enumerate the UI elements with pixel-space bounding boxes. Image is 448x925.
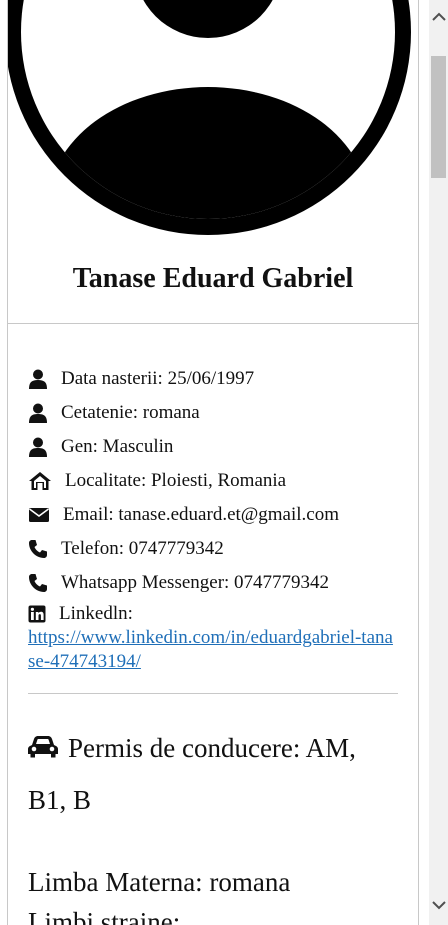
home-icon <box>29 472 51 490</box>
info-gender-text: Gen: Masculin <box>61 436 174 457</box>
envelope-icon <box>29 508 49 522</box>
vertical-scrollbar[interactable] <box>429 0 448 925</box>
info-linkedin-label: Linkedln: <box>59 603 133 624</box>
chevron-down-icon <box>431 900 446 909</box>
profile-name: Tanase Eduard Gabriel <box>72 263 354 294</box>
info-linkedin: Linkedln: https://www.linkedin.com/in/ed… <box>28 602 398 674</box>
scroll-thumb[interactable] <box>431 56 446 178</box>
user-icon <box>29 369 47 389</box>
divider <box>28 693 398 694</box>
info-phone: Telefon: 0747779342 <box>28 532 398 566</box>
profile-card: Tanase Eduard Gabriel Data nasterii: 25/… <box>7 0 419 925</box>
avatar <box>8 0 418 240</box>
info-email: Email: tanase.eduard.et@gmail.com <box>28 498 398 532</box>
info-email-text: Email: tanase.eduard.et@gmail.com <box>63 504 340 525</box>
info-whatsapp-text: Whatsapp Messenger: 0747779342 <box>61 572 330 593</box>
permit-text: Permis de conducere: AM, B1, B <box>28 733 356 815</box>
info-whatsapp: Whatsapp Messenger: 0747779342 <box>28 566 398 600</box>
info-citizenship-text: Cetatenie: romana <box>61 402 200 423</box>
languages: Limba Materna: romana Limbi straine: <box>28 862 408 925</box>
info-location: Localitate: Ploiesti, Romania <box>28 464 398 498</box>
linkedin-icon <box>28 605 46 623</box>
contact-info-list: Data nasterii: 25/06/1997 Cetatenie: rom… <box>28 362 398 674</box>
info-birth-text: Data nasterii: 25/06/1997 <box>61 368 255 389</box>
user-icon <box>29 403 47 423</box>
page: Tanase Eduard Gabriel Data nasterii: 25/… <box>0 0 429 925</box>
user-icon <box>29 437 47 457</box>
linkedin-link[interactable]: https://www.linkedin.com/in/eduardgabrie… <box>28 626 398 674</box>
avatar-icon <box>8 0 411 235</box>
divider <box>8 323 418 324</box>
phone-icon <box>29 540 47 558</box>
phone-icon <box>29 574 47 592</box>
info-location-text: Localitate: Ploiesti, Romania <box>65 470 287 491</box>
info-gender: Gen: Masculin <box>28 430 398 464</box>
mother-tongue: Limba Materna: romana <box>28 867 291 897</box>
info-birth: Data nasterii: 25/06/1997 <box>28 362 398 396</box>
chevron-up-icon <box>431 12 446 21</box>
info-phone-text: Telefon: 0747779342 <box>61 538 224 559</box>
scroll-up-button[interactable] <box>429 8 448 25</box>
foreign-languages: Limbi straine: <box>28 907 181 925</box>
info-citizenship: Cetatenie: romana <box>28 396 398 430</box>
driving-permit: Permis de conducere: AM, B1, B <box>28 722 398 826</box>
scroll-down-button[interactable] <box>429 896 448 913</box>
car-icon <box>28 736 58 758</box>
